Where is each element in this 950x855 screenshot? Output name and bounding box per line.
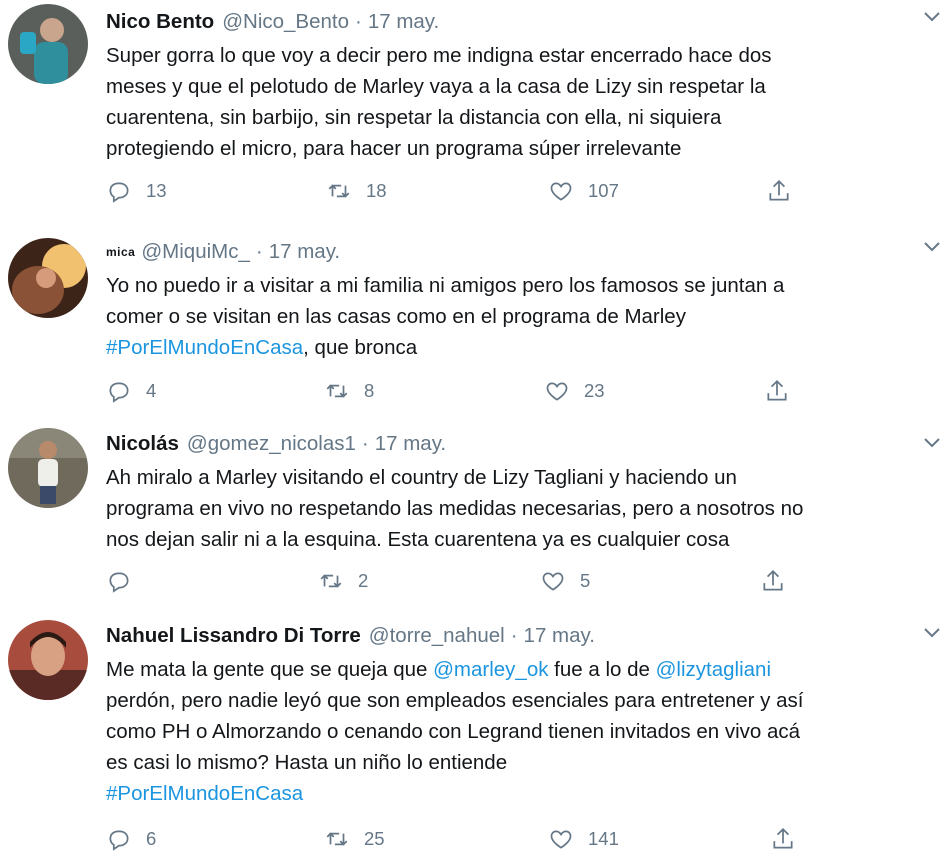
display-name[interactable]: Nico Bento — [106, 10, 214, 34]
avatar[interactable] — [8, 620, 88, 700]
tweet-text-part: Me mata la gente que se queja que — [106, 658, 434, 681]
like-button[interactable]: 5 — [540, 566, 590, 596]
reply-button[interactable]: 6 — [106, 824, 156, 854]
avatar[interactable] — [8, 428, 88, 508]
retweet-icon — [320, 574, 342, 588]
tweet-header: mica @MiquiMc_ · 17 may. — [106, 236, 938, 268]
reply-count: 6 — [146, 828, 157, 849]
reply-icon — [109, 182, 129, 203]
reply-button[interactable] — [106, 566, 146, 596]
tweet-header: Nicolás @gomez_nicolas1 · 17 may. — [106, 428, 938, 460]
tweet-date[interactable]: 17 may. — [269, 240, 340, 264]
like-button[interactable]: 141 — [548, 824, 619, 854]
like-count: 107 — [588, 180, 619, 201]
avatar[interactable] — [8, 238, 88, 318]
like-count: 141 — [588, 828, 619, 849]
retweet-button[interactable]: 25 — [324, 824, 385, 854]
tweet-text-part: , que bronca — [303, 336, 418, 359]
chevron-down-icon[interactable] — [920, 234, 944, 258]
display-name[interactable]: Nicolás — [106, 432, 179, 456]
tweet-text-part: fue a lo de — [548, 658, 656, 681]
tweet[interactable]: mica @MiquiMc_ · 17 may. Yo no puedo ir … — [0, 230, 950, 426]
retweet-icon — [328, 184, 350, 198]
hashtag-link[interactable]: #PorElMundoEnCasa — [106, 336, 303, 359]
share-icon — [767, 380, 787, 401]
display-name[interactable]: mica — [106, 245, 135, 259]
reply-icon — [109, 572, 129, 593]
tweet[interactable]: Nicolás @gomez_nicolas1 · 17 may. Ah mir… — [0, 426, 950, 616]
tweet-actions: 6 25 141 — [0, 824, 950, 854]
tweet-text: Yo no puedo ir a visitar a mi familia ni… — [106, 270, 938, 363]
share-icon — [769, 180, 789, 201]
user-handle[interactable]: @gomez_nicolas1 — [187, 432, 356, 456]
tweet[interactable]: Nahuel Lissandro Di Torre @torre_nahuel … — [0, 616, 950, 855]
tweet-text-part: Yo no puedo ir a visitar a mi familia ni… — [106, 274, 785, 328]
retweet-icon — [326, 832, 348, 846]
tweet-date[interactable]: 17 may. — [524, 624, 595, 648]
like-count: 5 — [580, 570, 591, 591]
chevron-down-icon[interactable] — [920, 430, 944, 454]
like-button[interactable]: 23 — [544, 376, 605, 406]
tweet-actions: 13 18 107 — [0, 176, 950, 206]
share-button[interactable] — [766, 176, 792, 206]
reply-count: 13 — [146, 180, 167, 201]
like-count: 23 — [584, 380, 605, 401]
tweet-header: Nico Bento @Nico_Bento · 17 may. — [106, 6, 938, 38]
tweet-text: Super gorra lo que voy a decir pero me i… — [106, 44, 772, 160]
retweet-count: 18 — [366, 180, 387, 201]
like-button[interactable]: 107 — [548, 176, 619, 206]
share-button[interactable] — [760, 566, 786, 596]
heart-icon — [550, 830, 572, 849]
hashtag-link[interactable]: #PorElMundoEnCasa — [106, 782, 303, 805]
reply-count: 4 — [146, 380, 157, 401]
share-button[interactable] — [764, 376, 790, 406]
tweet-actions: 4 8 23 — [0, 376, 950, 406]
share-icon — [773, 828, 793, 849]
heart-icon — [546, 382, 568, 401]
tweet-date[interactable]: 17 may. — [368, 10, 439, 34]
separator: · — [355, 10, 362, 33]
share-icon — [763, 570, 783, 591]
user-handle[interactable]: @MiquiMc_ — [141, 240, 250, 264]
reply-button[interactable]: 4 — [106, 376, 156, 406]
separator: · — [361, 432, 369, 455]
retweet-icon — [326, 384, 348, 398]
retweet-button[interactable]: 2 — [318, 566, 368, 596]
mention-link[interactable]: @marley_ok — [433, 658, 548, 681]
separator: · — [255, 240, 263, 263]
retweet-count: 25 — [364, 828, 385, 849]
heart-icon — [550, 182, 572, 201]
tweet-text: Ah miralo a Marley visitando el country … — [106, 466, 804, 551]
reply-icon — [109, 830, 129, 851]
retweet-count: 2 — [358, 570, 369, 591]
tweet-actions: 2 5 — [0, 566, 950, 596]
tweet-text-part: perdón, pero nadie leyó que son empleado… — [106, 689, 804, 774]
retweet-count: 8 — [364, 380, 375, 401]
chevron-down-icon[interactable] — [920, 620, 944, 644]
mention-link[interactable]: @lizytagliani — [656, 658, 771, 681]
reply-icon — [109, 382, 129, 403]
retweet-button[interactable]: 18 — [326, 176, 387, 206]
tweet-date[interactable]: 17 may. — [375, 432, 446, 456]
retweet-button[interactable]: 8 — [324, 376, 374, 406]
avatar[interactable] — [8, 4, 88, 84]
user-handle[interactable]: @torre_nahuel — [369, 624, 505, 648]
tweet-header: Nahuel Lissandro Di Torre @torre_nahuel … — [106, 620, 938, 652]
heart-icon — [542, 572, 564, 591]
user-handle[interactable]: @Nico_Bento — [222, 10, 349, 34]
separator: · — [510, 624, 518, 647]
tweet[interactable]: Nico Bento @Nico_Bento · 17 may. Super g… — [0, 0, 950, 230]
share-button[interactable] — [770, 824, 796, 854]
tweet-text: Me mata la gente que se queja que @marle… — [106, 654, 938, 809]
tweet-feed: Nico Bento @Nico_Bento · 17 may. Super g… — [0, 0, 950, 855]
chevron-down-icon[interactable] — [920, 4, 944, 28]
display-name[interactable]: Nahuel Lissandro Di Torre — [106, 624, 361, 648]
reply-button[interactable]: 13 — [106, 176, 167, 206]
